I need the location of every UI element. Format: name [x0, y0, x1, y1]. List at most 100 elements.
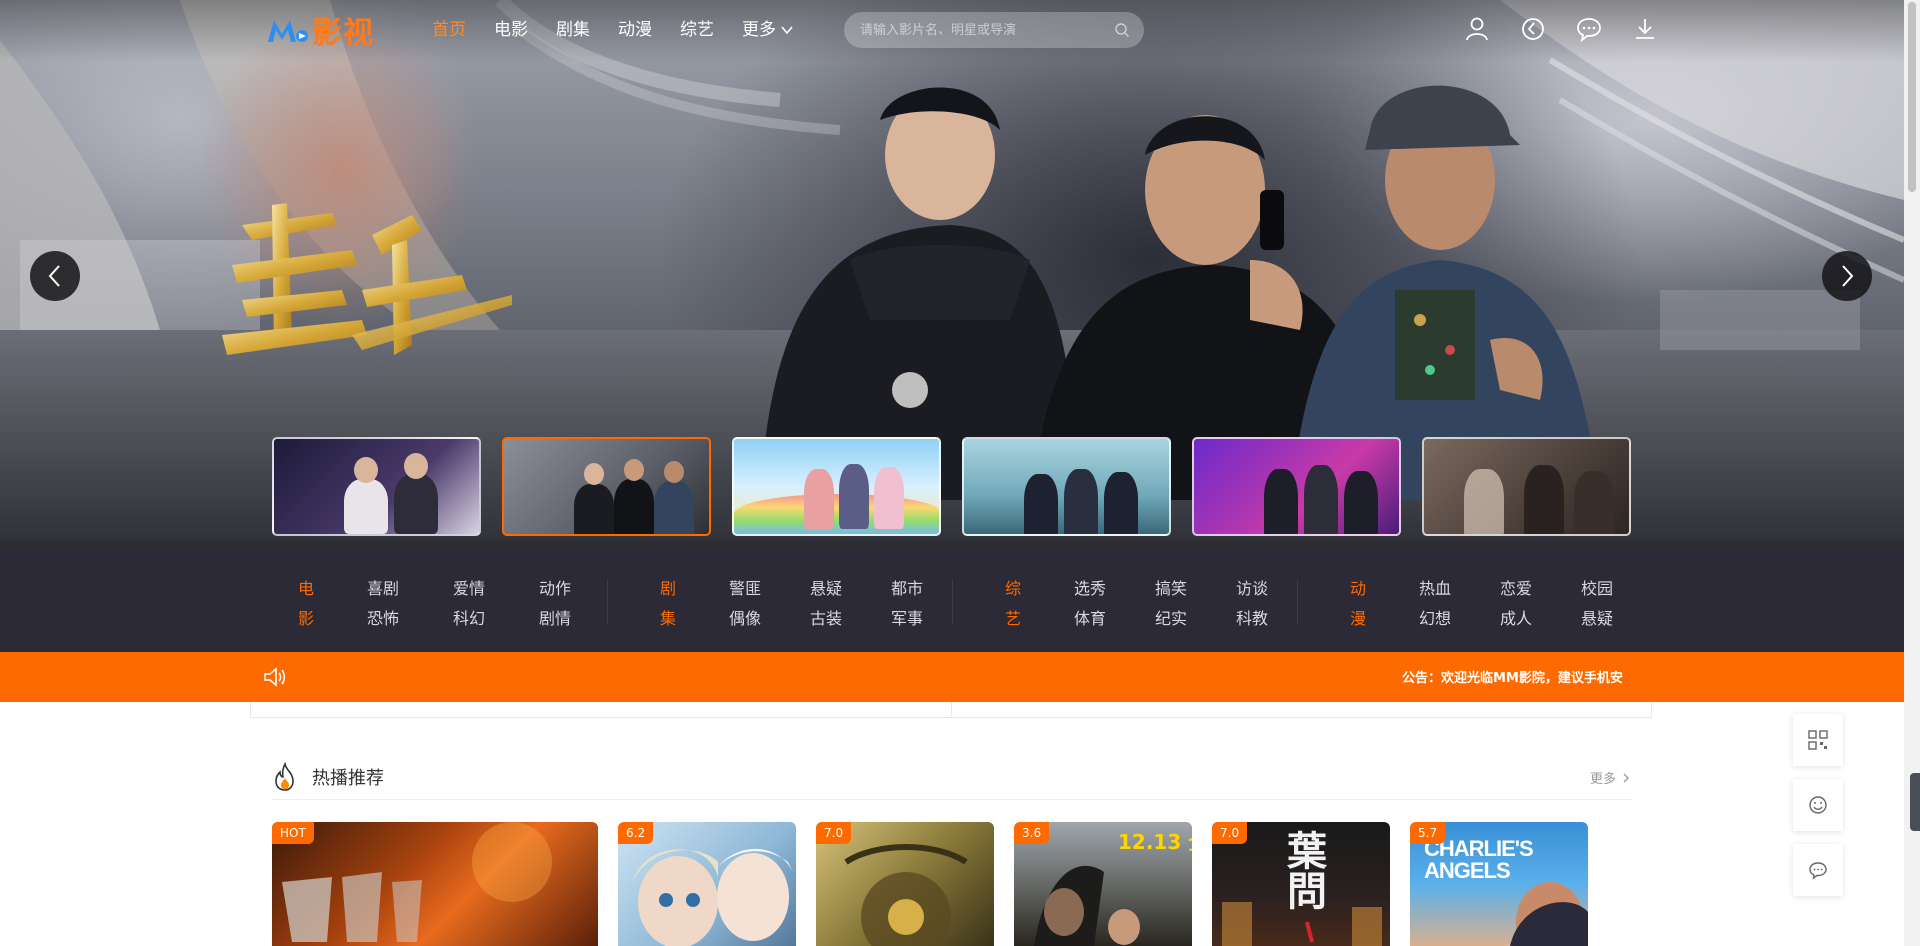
- card-caption: CHARLIE'S ANGELS: [1424, 836, 1534, 883]
- notice-bar: 公告：欢迎光临MM影院，建议手机安: [0, 652, 1904, 702]
- banner-thumbnail[interactable]: [962, 437, 1171, 536]
- category-group-movies: 电 影 喜剧 爱情 动作 恐怖 科幻 剧情: [295, 574, 575, 634]
- history-icon[interactable]: [1520, 16, 1546, 42]
- user-icon[interactable]: [1464, 16, 1490, 42]
- category-item[interactable]: 热血: [1419, 574, 1455, 604]
- banner-next-button[interactable]: [1822, 251, 1872, 301]
- category-items: 喜剧 爱情 动作 恐怖 科幻 剧情: [367, 574, 575, 634]
- section-title: 热播推荐: [312, 768, 384, 789]
- search-input[interactable]: [860, 22, 1114, 38]
- qrcode-icon: [1808, 730, 1828, 750]
- card-badge: 7.0: [816, 822, 852, 844]
- category-item[interactable]: 搞笑: [1155, 574, 1191, 604]
- card-badge: 7.0: [1212, 822, 1248, 844]
- floating-toolbar: [1793, 714, 1843, 909]
- movie-card[interactable]: 12.13 全国上映 3.6: [1014, 822, 1192, 946]
- category-item[interactable]: 剧情: [539, 604, 575, 634]
- card-badge: 6.2: [618, 822, 654, 844]
- header-actions: [1464, 16, 1658, 42]
- chat-button[interactable]: [1793, 844, 1843, 896]
- nav-anime[interactable]: 动漫: [618, 18, 652, 42]
- movie-card[interactable]: HOT: [272, 822, 598, 946]
- category-bar: 电 影 喜剧 爱情 动作 恐怖 科幻 剧情 剧 集 警匪 悬疑 都市 偶像 古装…: [0, 552, 1904, 652]
- banner-prev-button[interactable]: [30, 251, 80, 301]
- nav-movies[interactable]: 电影: [494, 18, 528, 42]
- logo-mark-icon: [268, 20, 308, 42]
- category-item[interactable]: 纪实: [1155, 604, 1191, 634]
- category-item[interactable]: 校园: [1581, 574, 1617, 604]
- category-item[interactable]: 幻想: [1419, 604, 1455, 634]
- category-item[interactable]: 访谈: [1236, 574, 1272, 604]
- category-item[interactable]: 悬疑: [810, 574, 846, 604]
- banner-thumbnail[interactable]: [1192, 437, 1401, 536]
- category-item[interactable]: 科教: [1236, 604, 1272, 634]
- category-head-char: 电: [297, 579, 314, 598]
- category-item[interactable]: 偶像: [729, 604, 765, 634]
- movie-poster: [282, 822, 552, 942]
- search-icon[interactable]: [1114, 22, 1130, 38]
- section-more-link[interactable]: 更多: [1590, 768, 1632, 787]
- category-items: 热血 恋爱 校园 幻想 成人 悬疑: [1419, 574, 1617, 634]
- category-head[interactable]: 电 影: [295, 574, 317, 634]
- top-navigation: 影视 首页 电影 剧集 动漫 综艺 更多: [0, 0, 1904, 62]
- movie-card[interactable]: 葉問 7.0: [1212, 822, 1390, 946]
- movie-card[interactable]: 6.2: [618, 822, 796, 946]
- banner-thumbnail[interactable]: [732, 437, 941, 536]
- card-badge: HOT: [272, 822, 314, 844]
- card-badge: 5.7: [1410, 822, 1446, 844]
- nav-home[interactable]: 首页: [432, 18, 466, 42]
- nav-variety[interactable]: 综艺: [680, 18, 714, 42]
- category-item[interactable]: 警匪: [729, 574, 765, 604]
- category-head-char: 漫: [1349, 609, 1366, 628]
- nav-more[interactable]: 更多: [742, 18, 794, 42]
- feedback-button[interactable]: [1793, 779, 1843, 831]
- banner-thumbnails: [272, 437, 1631, 536]
- hot-section-header: 热播推荐 更多: [272, 760, 1632, 800]
- chevron-left-icon: [48, 265, 60, 287]
- chevron-down-icon: [781, 26, 793, 35]
- category-item[interactable]: 科幻: [453, 604, 489, 634]
- category-head-char: 集: [659, 609, 676, 628]
- movie-card[interactable]: 7.0: [816, 822, 994, 946]
- strip-divider: [951, 702, 952, 716]
- category-item[interactable]: 体育: [1074, 604, 1110, 634]
- download-icon[interactable]: [1632, 16, 1658, 42]
- movie-card[interactable]: CHARLIE'S ANGELS 5.7: [1410, 822, 1588, 946]
- category-head-char: 综: [1004, 579, 1021, 598]
- category-item[interactable]: 古装: [810, 604, 846, 634]
- category-item[interactable]: 爱情: [453, 574, 489, 604]
- card-badge: 3.6: [1014, 822, 1050, 844]
- category-item[interactable]: 恐怖: [367, 604, 403, 634]
- banner-thumbnail[interactable]: [1422, 437, 1631, 536]
- category-item[interactable]: 成人: [1500, 604, 1536, 634]
- category-head[interactable]: 剧 集: [657, 574, 679, 634]
- category-item[interactable]: 动作: [539, 574, 575, 604]
- card-caption: 12.13 全国上映: [1118, 830, 1192, 854]
- category-divider: [607, 580, 608, 624]
- nav-series[interactable]: 剧集: [556, 18, 590, 42]
- banner-thumbnail[interactable]: [502, 437, 711, 536]
- category-item[interactable]: 悬疑: [1581, 604, 1617, 634]
- banner-thumbnail[interactable]: [272, 437, 481, 536]
- category-item[interactable]: 都市: [891, 574, 927, 604]
- scrollbar-thumb[interactable]: [1908, 2, 1916, 192]
- hero-banner[interactable]: 影视 首页 电影 剧集 动漫 综艺 更多: [0, 0, 1904, 552]
- side-tab[interactable]: [1910, 773, 1920, 831]
- speaker-icon: [264, 667, 286, 687]
- category-item[interactable]: 选秀: [1074, 574, 1110, 604]
- site-logo[interactable]: 影视: [266, 12, 374, 51]
- category-item[interactable]: 恋爱: [1500, 574, 1536, 604]
- category-item[interactable]: 喜剧: [367, 574, 403, 604]
- message-icon[interactable]: [1576, 16, 1602, 42]
- qrcode-button[interactable]: [1793, 714, 1843, 766]
- category-head[interactable]: 动 漫: [1347, 574, 1369, 634]
- chevron-right-icon: [1842, 265, 1854, 287]
- category-group-anime: 动 漫 热血 恋爱 校园 幻想 成人 悬疑: [1347, 574, 1617, 634]
- category-divider: [1297, 580, 1298, 624]
- category-head[interactable]: 综 艺: [1002, 574, 1024, 634]
- category-head-char: 艺: [1004, 609, 1021, 628]
- section-more-label: 更多: [1589, 772, 1616, 787]
- category-head-char: 动: [1349, 579, 1366, 598]
- category-item[interactable]: 军事: [891, 604, 927, 634]
- chevron-right-icon: [1623, 773, 1629, 782]
